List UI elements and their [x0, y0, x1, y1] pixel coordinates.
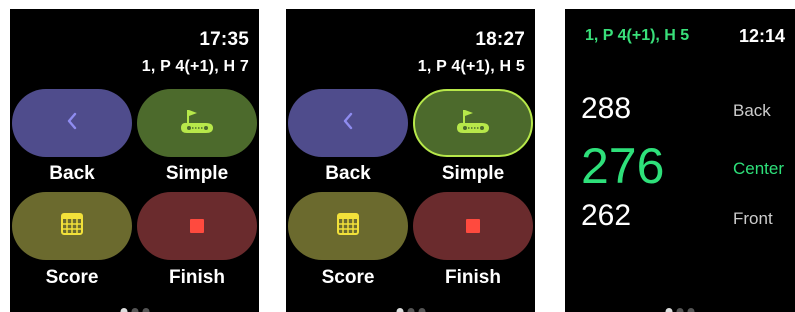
- finish-button[interactable]: [413, 192, 533, 260]
- distance-center: 276: [581, 138, 665, 194]
- back-button[interactable]: [12, 89, 132, 157]
- hole-info: 1, P 4(+1), H 7: [141, 58, 249, 75]
- page-dot: [142, 308, 149, 312]
- scorecard-grid-icon: [336, 212, 360, 241]
- simple-button[interactable]: [413, 89, 533, 157]
- watch-screen-distances: 1, P 4(+1), H 5 12:14 288 Back 276 Cente…: [565, 9, 795, 312]
- page-indicator: [120, 308, 149, 312]
- stop-icon: [466, 219, 480, 233]
- page-dot: [665, 308, 673, 312]
- scorecard-grid-icon: [60, 212, 84, 241]
- watch-screen-menu-1: 17:35 1, P 4(+1), H 7 Back Simple Score …: [10, 9, 259, 312]
- hole-info: 1, P 4(+1), H 5: [585, 27, 690, 44]
- finish-label: Finish: [169, 267, 225, 288]
- simple-label: Simple: [441, 163, 505, 184]
- chevron-left-icon: [65, 111, 79, 136]
- clock-time: 12:14: [739, 26, 786, 46]
- clock-time: 18:27: [475, 29, 525, 50]
- simple-label: Simple: [165, 163, 229, 184]
- back-label: Back: [49, 163, 95, 184]
- page-dot: [407, 308, 414, 312]
- chevron-left-icon: [341, 111, 355, 136]
- score-label: Score: [45, 267, 99, 288]
- distance-front: 262: [581, 199, 632, 232]
- hole-info: 1, P 4(+1), H 5: [417, 58, 525, 75]
- simple-button[interactable]: [137, 89, 257, 157]
- back-button[interactable]: [288, 89, 408, 157]
- page-dot: [418, 308, 425, 312]
- page-dot: [687, 308, 695, 312]
- page-indicator: [665, 308, 695, 312]
- watch-screen-menu-2: 18:27 1, P 4(+1), H 5 Back Simple Score …: [286, 9, 535, 312]
- page-dot: [396, 308, 403, 312]
- score-button[interactable]: [12, 192, 132, 260]
- page-indicator: [396, 308, 425, 312]
- distance-center-label: Center: [733, 159, 785, 178]
- stop-icon: [190, 219, 204, 233]
- page-dot: [676, 308, 684, 312]
- score-button[interactable]: [288, 192, 408, 260]
- golf-hole-icon: [178, 106, 216, 141]
- distance-back: 288: [581, 92, 632, 125]
- clock-time: 17:35: [199, 29, 249, 50]
- page-dot: [120, 308, 127, 312]
- back-label: Back: [325, 163, 371, 184]
- distance-front-label: Front: [733, 209, 773, 228]
- finish-label: Finish: [445, 267, 501, 288]
- golf-hole-icon: [454, 106, 492, 141]
- page-dot: [131, 308, 138, 312]
- score-label: Score: [321, 267, 375, 288]
- distance-back-label: Back: [733, 101, 771, 120]
- finish-button[interactable]: [137, 192, 257, 260]
